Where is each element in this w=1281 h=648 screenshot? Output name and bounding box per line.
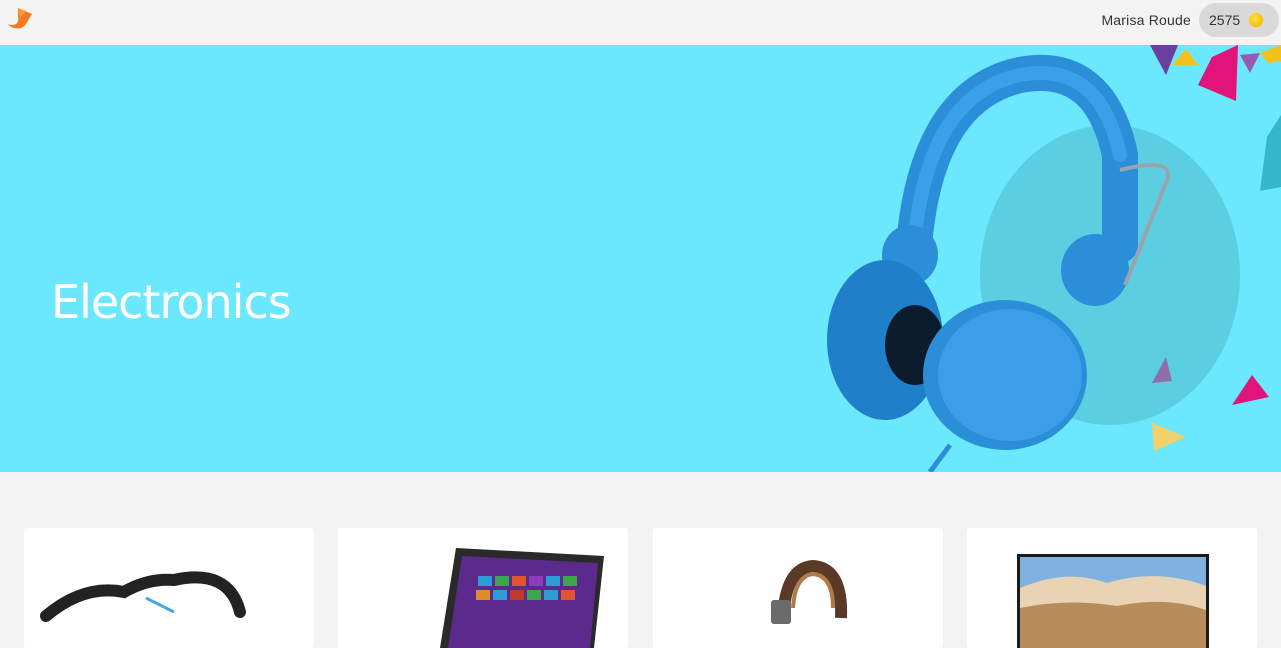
points-badge[interactable]: 2575 — [1199, 3, 1279, 37]
leather-headphones-image — [771, 559, 848, 624]
user-name[interactable]: Marisa Roude — [1101, 12, 1191, 28]
product-grid — [0, 528, 1281, 648]
product-card[interactable] — [338, 528, 628, 648]
category-title: Electronics — [51, 275, 292, 329]
flat-screen-tv-image — [1017, 554, 1209, 648]
windows-tablet-image — [440, 548, 604, 648]
blue-headphones-image — [827, 45, 1281, 472]
top-bar: Marisa Roude 2575 — [0, 0, 1281, 45]
product-card[interactable] — [967, 528, 1257, 648]
orange-bird-logo-icon[interactable] — [6, 6, 34, 32]
category-hero-banner: Electronics — [0, 45, 1281, 472]
product-card[interactable] — [24, 528, 314, 648]
points-count: 2575 — [1209, 12, 1241, 28]
black-headset-image — [40, 571, 246, 622]
product-card[interactable] — [653, 528, 943, 648]
coin-icon — [1249, 13, 1263, 27]
